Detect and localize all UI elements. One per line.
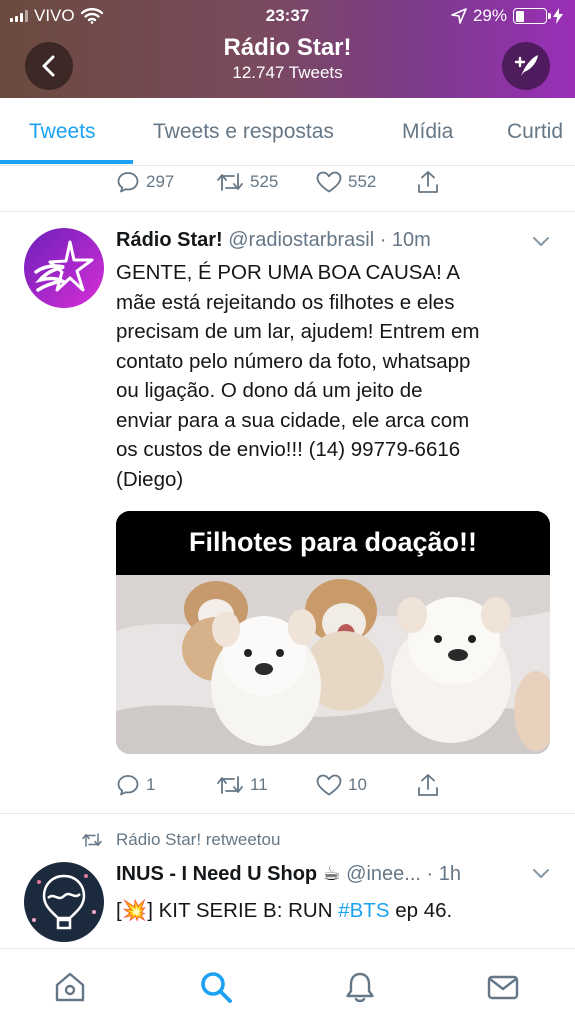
chevron-down-icon[interactable] bbox=[531, 234, 551, 248]
retweet-context: Rádio Star! retweetou bbox=[80, 830, 280, 850]
hashtag-link[interactable]: #BTS bbox=[338, 899, 389, 922]
author-handle-time: @radiostarbrasil · 10m bbox=[228, 229, 431, 251]
battery-percent: 29% bbox=[472, 6, 507, 25]
bell-icon bbox=[346, 972, 374, 1003]
like-count: 552 bbox=[348, 172, 377, 191]
like-icon bbox=[316, 171, 342, 193]
tweet-text-line: enviar para a sua cidade, ele arca com bbox=[116, 408, 470, 432]
tweet-text-line: os custos de envio!!! (14) 99779-6616 bbox=[116, 438, 461, 461]
like-count: 10 bbox=[348, 775, 367, 794]
reply-icon bbox=[117, 775, 139, 796]
mail-icon bbox=[487, 975, 519, 1000]
compose-icon bbox=[514, 55, 538, 76]
tab-tweets-and-replies[interactable]: Tweets e respostas bbox=[153, 120, 334, 144]
tweet-image[interactable]: Filhotes para doação!! bbox=[116, 511, 550, 754]
tweet-text-line: precisam de um lar, ajudem! Entrem em bbox=[116, 320, 480, 343]
retweet-count: 525 bbox=[250, 172, 279, 191]
share-icon bbox=[418, 774, 438, 796]
charging-icon bbox=[553, 8, 563, 24]
tweet-text-line: (Diego) bbox=[116, 467, 184, 491]
divider bbox=[0, 813, 575, 814]
tweet-text: GENTE, É POR UMA BOA CAUSA! A mãe está r… bbox=[116, 258, 546, 494]
author-name[interactable]: Rádio Star! bbox=[116, 229, 223, 251]
status-bar: VIVO 23:37 29% bbox=[0, 0, 575, 32]
retweet-button[interactable]: 11 bbox=[216, 773, 316, 797]
nav-home[interactable] bbox=[52, 969, 88, 1005]
retweeted-by[interactable]: Rádio Star! retweetou bbox=[116, 830, 280, 850]
compose-button[interactable] bbox=[502, 42, 550, 90]
retweet-button[interactable]: 525 bbox=[216, 170, 316, 194]
share-icon bbox=[418, 171, 438, 193]
tweet-header: Rádio Star! @radiostarbrasil · 10m bbox=[116, 229, 431, 252]
profile-tabs: Tweets Tweets e respostas Mídia Curtid bbox=[0, 98, 575, 166]
battery-icon bbox=[513, 8, 551, 24]
author-handle-time: @inee... · 1h bbox=[346, 863, 461, 885]
tweet-header: INUS - I Need U Shop ☕ @inee... · 1h bbox=[116, 861, 461, 886]
image-caption: Filhotes para doação!! bbox=[188, 527, 478, 557]
tweet-text-line: contato pelo número da foto, whatsapp bbox=[116, 349, 471, 373]
retweet-icon bbox=[217, 776, 243, 794]
reply-button[interactable]: 1 bbox=[116, 773, 216, 797]
avatar[interactable] bbox=[24, 228, 104, 308]
tweet-text-line: mãe está rejeitando os filhotes e eles bbox=[116, 290, 455, 314]
bottom-nav bbox=[0, 948, 575, 1024]
tweet-actions: 1 11 10 bbox=[116, 771, 516, 799]
retweet-icon bbox=[217, 173, 243, 191]
tab-media[interactable]: Mídia bbox=[402, 120, 453, 144]
prev-tweet-actions: 297 525 552 bbox=[116, 168, 516, 196]
search-icon bbox=[201, 972, 232, 1003]
active-tab-indicator bbox=[0, 160, 133, 164]
like-icon bbox=[316, 774, 342, 796]
tweet-count: 12.747 Tweets bbox=[232, 63, 343, 82]
reply-icon bbox=[117, 172, 139, 193]
tweet-text-suffix: ep 46. bbox=[389, 899, 453, 922]
reply-count: 297 bbox=[146, 172, 175, 191]
reply-button[interactable]: 297 bbox=[116, 170, 216, 194]
tweet-text-line: ou ligação. O dono dá um jeito de bbox=[116, 379, 423, 402]
nav-search[interactable] bbox=[198, 969, 234, 1005]
share-button[interactable] bbox=[416, 169, 516, 195]
divider bbox=[0, 211, 575, 212]
avatar[interactable] bbox=[24, 862, 104, 942]
share-button[interactable] bbox=[416, 772, 516, 798]
retweet-count: 11 bbox=[250, 775, 268, 794]
tab-likes[interactable]: Curtid bbox=[507, 120, 563, 144]
chevron-down-icon[interactable] bbox=[531, 866, 551, 880]
tweet-text-prefix: [💥] KIT SERIE B: RUN bbox=[116, 899, 339, 922]
tweet-text-line: GENTE, É POR UMA BOA CAUSA! A bbox=[116, 261, 461, 284]
author-name[interactable]: INUS - I Need U Shop ☕ bbox=[116, 863, 341, 885]
retweet-icon bbox=[82, 833, 102, 847]
profile-header: VIVO 23:37 29% Rádio Star! 12.747 Tweets bbox=[0, 0, 575, 98]
tweet-text: [💥] KIT SERIE B: RUN #BTS ep 46. bbox=[116, 896, 546, 926]
tab-tweets[interactable]: Tweets bbox=[29, 120, 96, 144]
nav-messages[interactable] bbox=[485, 969, 521, 1005]
location-arrow-icon bbox=[451, 8, 467, 24]
reply-count: 1 bbox=[146, 775, 156, 794]
like-button[interactable]: 552 bbox=[316, 170, 416, 194]
home-icon bbox=[55, 972, 85, 1002]
page-title: Rádio Star! bbox=[223, 34, 352, 61]
like-button[interactable]: 10 bbox=[316, 773, 416, 797]
nav-notifications[interactable] bbox=[342, 969, 378, 1005]
